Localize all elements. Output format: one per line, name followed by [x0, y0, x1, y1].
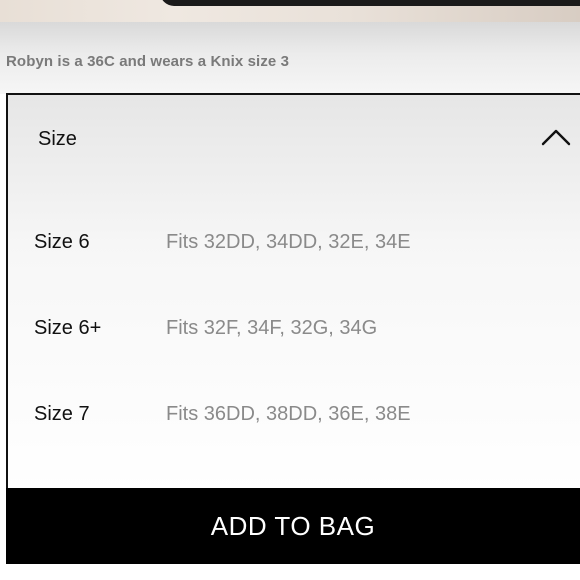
product-image-fragment [160, 0, 580, 6]
size-option-label: Size 7 [34, 403, 90, 425]
size-option-label: Size 6 [34, 231, 90, 253]
size-option-6[interactable]: Size 6 Fits 32DD, 34DD, 32E, 34E [8, 223, 580, 263]
size-dropdown-header[interactable]: Size [8, 95, 580, 175]
size-option-fits: Fits 36DD, 38DD, 36E, 38E [166, 403, 411, 425]
add-to-bag-button[interactable]: ADD TO BAG [6, 488, 580, 564]
bottom-spacer [0, 564, 580, 580]
size-option-label: Size 6+ [34, 317, 102, 339]
size-option-fits: Fits 32F, 34F, 32G, 34G [166, 317, 378, 339]
size-option-7[interactable]: Size 7 Fits 36DD, 38DD, 36E, 38E [8, 395, 580, 435]
product-image-strip [0, 0, 580, 22]
caption-area: Robyn is a 36C and wears a Knix size 3 [0, 22, 580, 94]
size-option-fits: Fits 32DD, 34DD, 32E, 34E [166, 231, 411, 253]
model-size-caption: Robyn is a 36C and wears a Knix size 3 [6, 53, 290, 70]
size-option-6-plus[interactable]: Size 6+ Fits 32F, 34F, 32G, 34G [8, 309, 580, 349]
size-dropdown-panel: Size Size 6 Fits 32DD, 34DD, 32E, 34E Si… [6, 93, 580, 493]
size-dropdown-title: Size [38, 128, 77, 150]
chevron-up-icon[interactable] [541, 127, 571, 147]
